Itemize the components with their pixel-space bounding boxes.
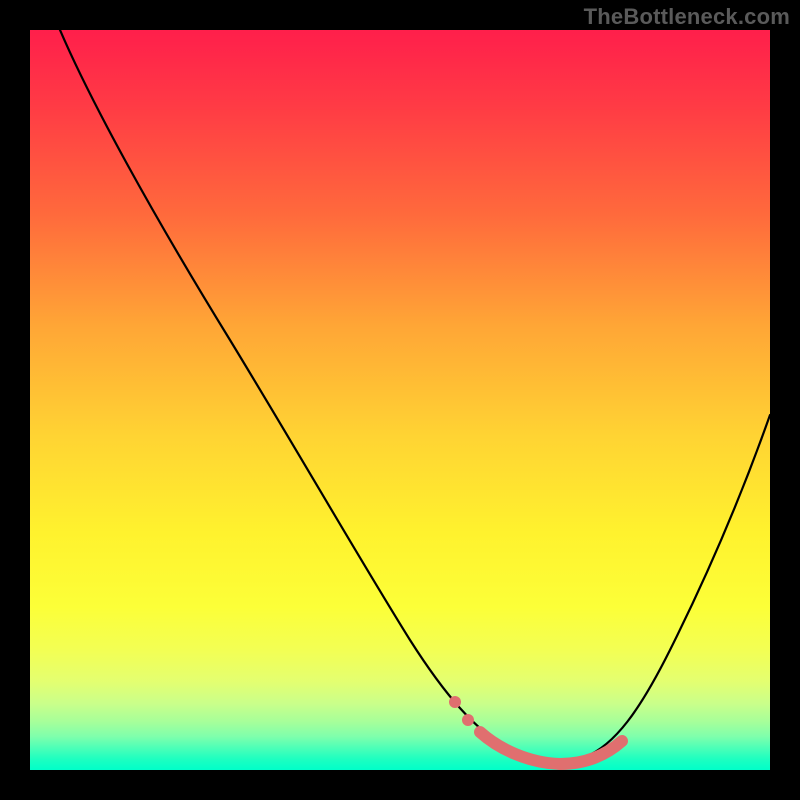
chart-frame: TheBottleneck.com bbox=[0, 0, 800, 800]
curve-svg bbox=[30, 30, 770, 770]
plot-area bbox=[30, 30, 770, 770]
bottleneck-curve-line bbox=[60, 30, 770, 762]
marker-dot-icon bbox=[462, 714, 474, 726]
marker-dot-icon bbox=[449, 696, 461, 708]
watermark-text: TheBottleneck.com bbox=[584, 4, 790, 30]
